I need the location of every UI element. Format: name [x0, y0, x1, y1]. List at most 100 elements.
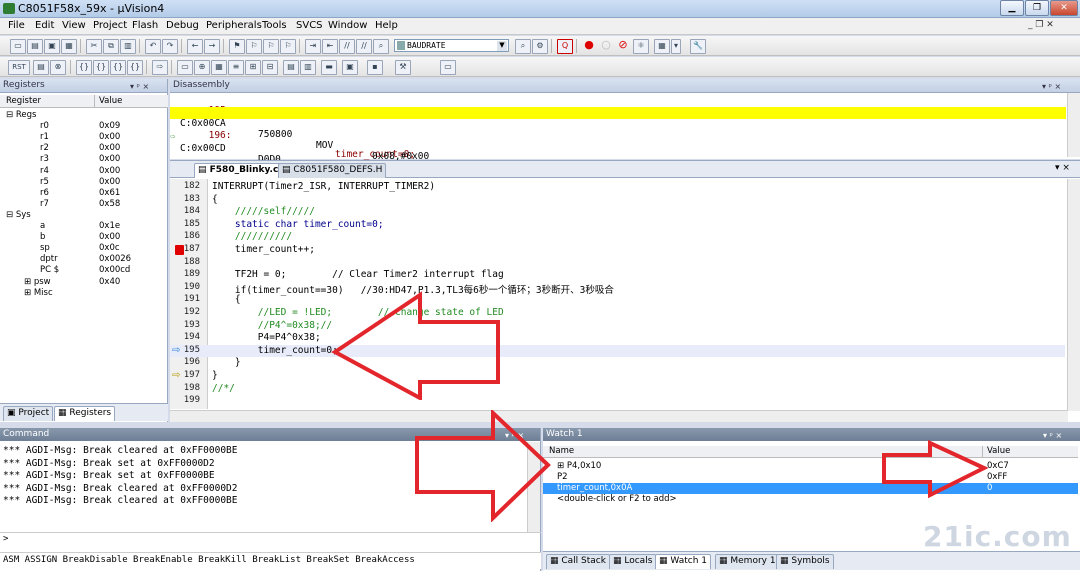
register-value[interactable]: 0x00 — [99, 166, 120, 177]
debug-restore-views-icon[interactable]: ▭ — [440, 60, 456, 75]
menu-file[interactable]: File — [8, 20, 25, 31]
code-line[interactable]: 196 } — [170, 357, 1065, 369]
stop-icon[interactable]: ⊗ — [50, 60, 66, 75]
breakpoint-disable-icon[interactable]: ○ — [599, 39, 613, 52]
target-combo[interactable]: BAUDRATE ▼ — [394, 39, 509, 52]
watch-list[interactable]: ⊞ P4,0x10 0xC7 P2 0xFF timer_count,0x0A … — [543, 461, 1078, 511]
serial-window-icon[interactable]: ▥ — [300, 60, 316, 75]
pane-menu-icon[interactable]: ▾ ᵖ × — [1043, 429, 1062, 442]
register-value[interactable]: 0x1e — [99, 221, 120, 232]
register-name[interactable]: r6 — [40, 188, 49, 199]
toolbox-icon[interactable]: ⚒ — [395, 60, 411, 75]
command-input-row[interactable]: > — [0, 532, 541, 546]
options-icon[interactable]: 🔧 — [690, 39, 706, 54]
tab-call-stack[interactable]: ▦ Call Stack — [546, 554, 610, 569]
debug-session-icon[interactable]: Q — [557, 39, 573, 54]
code-line[interactable]: 198 //*/ — [170, 383, 1065, 395]
layout-dropdown-icon[interactable]: ▾ — [671, 39, 681, 54]
watch-row[interactable]: timer_count,0x0A 0 — [543, 483, 1078, 494]
menu-help[interactable]: Help — [375, 20, 398, 31]
save-icon[interactable]: ▣ — [44, 39, 60, 54]
editor-tab-close-icon[interactable]: ▾ × — [1055, 163, 1070, 173]
disassembly-line[interactable]: 196: } — [170, 119, 1066, 185]
editor-hscrollbar[interactable] — [170, 410, 1068, 422]
register-value[interactable]: 0x00 — [99, 177, 120, 188]
system-viewer-icon[interactable]: ▪ — [367, 60, 383, 75]
comment-icon[interactable]: // — [339, 39, 355, 54]
register-name[interactable]: a — [40, 221, 45, 232]
tab-registers[interactable]: ▦ Registers — [54, 406, 116, 421]
trace-window-icon[interactable]: ▣ — [342, 60, 358, 75]
pane-menu-icon[interactable]: ▾ ᵖ × — [130, 80, 149, 93]
step-into-icon[interactable]: {} — [76, 60, 92, 75]
editor-vscrollbar[interactable] — [1067, 179, 1080, 411]
register-value[interactable]: 0x00 — [99, 154, 120, 165]
memory-window-icon[interactable]: ▤ — [283, 60, 299, 75]
tab-symbols[interactable]: ▦ Symbols — [776, 554, 834, 569]
register-value[interactable]: 0x09 — [99, 121, 120, 132]
watch-row[interactable]: ⊞ P4,0x10 0xC7 — [543, 461, 1078, 472]
watch-row[interactable]: P2 0xFF — [543, 472, 1078, 483]
unindent-icon[interactable]: ⇤ — [322, 39, 338, 54]
register-value[interactable]: 0x00cd — [99, 265, 130, 276]
register-value[interactable]: 0x40 — [99, 277, 120, 288]
indent-icon[interactable]: ⇥ — [305, 39, 321, 54]
minimize-button[interactable]: ▁ — [1000, 0, 1024, 16]
register-name[interactable]: r3 — [40, 154, 49, 165]
register-name[interactable]: r2 — [40, 143, 49, 154]
menu-debug[interactable]: Debug — [166, 20, 199, 31]
bookmark-clear-icon[interactable]: ⚐ — [280, 39, 296, 54]
register-value[interactable]: 0x00 — [99, 143, 120, 154]
register-name[interactable]: b — [40, 232, 45, 243]
back-icon[interactable]: ← — [187, 39, 203, 54]
disassembly-lines[interactable]: 195: timer_count=0; C:0x00CA 750800 MOV … — [170, 94, 1066, 187]
register-value[interactable]: 0x58 — [99, 199, 120, 210]
step-over-icon[interactable]: {} — [93, 60, 109, 75]
reset-icon[interactable]: RST — [8, 60, 30, 75]
code-editor[interactable]: 182 INTERRUPT(Timer2_ISR, INTERRUPT_TIME… — [170, 181, 1065, 409]
register-group[interactable]: ⊟ Sys — [6, 210, 31, 221]
register-name[interactable]: r5 — [40, 177, 49, 188]
config-icon[interactable]: ⚙ — [532, 39, 548, 54]
step-out-icon[interactable]: {} — [110, 60, 126, 75]
watch-window-icon[interactable]: ⊟ — [262, 60, 278, 75]
register-value[interactable]: 0x00 — [99, 232, 120, 243]
register-value[interactable]: 0x61 — [99, 188, 120, 199]
bookmark-icon[interactable]: ⚑ — [229, 39, 245, 54]
code-line[interactable]: 189 TF2H = 0; // Clear Timer2 interrupt … — [170, 269, 1065, 281]
tab-memory-1[interactable]: ▦ Memory 1 — [715, 554, 780, 569]
tab-project[interactable]: ▣ Project — [3, 406, 54, 421]
registers-tree[interactable]: ⊟ Regs r0 0x09 r1 0x00 r2 0x00 r3 0x00 r4 0x00 r5 0x… — [0, 110, 168, 390]
menu-edit[interactable]: Edit — [35, 20, 54, 31]
disassembly-line[interactable]: 195: timer_count=0; — [170, 94, 1066, 160]
register-name[interactable]: ⊞ psw — [24, 277, 51, 288]
breakpoint-kill-icon[interactable]: ⊘ — [616, 39, 630, 52]
find-in-files-icon[interactable]: ⌕ — [373, 39, 389, 54]
new-file-icon[interactable]: ▭ — [10, 39, 26, 54]
code-line[interactable]: ⇨ 197 } — [170, 370, 1065, 382]
menu-window[interactable]: Window — [328, 20, 367, 31]
disassembly-line[interactable]: ⇨ C:0x00CD D0D0 POP PSW(0xD0) — [170, 132, 1066, 187]
pane-menu-icon[interactable]: ▾ ᵖ × — [1042, 80, 1061, 93]
register-value[interactable]: 0x0026 — [99, 254, 131, 265]
tab-f580-blinky[interactable]: ▤ F580_Blinky.c — [194, 163, 283, 178]
register-name[interactable]: r0 — [40, 121, 49, 132]
undo-icon[interactable]: ↶ — [145, 39, 161, 54]
watch-row[interactable]: <double-click or F2 to add> — [543, 494, 1078, 505]
register-name[interactable]: r4 — [40, 166, 49, 177]
register-name[interactable]: r1 — [40, 132, 49, 143]
disassembly-line[interactable]: C:0x00CA 750800 MOV 0x08,#0x00 — [170, 106, 1066, 162]
menu-peripherals[interactable]: Peripherals — [206, 20, 262, 31]
find-icon[interactable]: ⌕ — [515, 39, 531, 54]
register-group[interactable]: ⊟ Regs — [6, 110, 36, 121]
command-window-icon[interactable]: ▭ — [177, 60, 193, 75]
menu-tools[interactable]: Tools — [262, 20, 287, 31]
code-line[interactable]: 186 ////////// — [170, 231, 1065, 243]
disassembly-scrollbar[interactable] — [1067, 93, 1080, 157]
mdi-controls[interactable]: _ ❐ ✕ — [1028, 20, 1054, 30]
register-name[interactable]: dptr — [40, 254, 58, 265]
register-name[interactable]: r7 — [40, 199, 49, 210]
tab-locals[interactable]: ▦ Locals — [609, 554, 657, 569]
paste-icon[interactable]: ▥ — [120, 39, 136, 54]
bookmark-prev-icon[interactable]: ⚐ — [246, 39, 262, 54]
